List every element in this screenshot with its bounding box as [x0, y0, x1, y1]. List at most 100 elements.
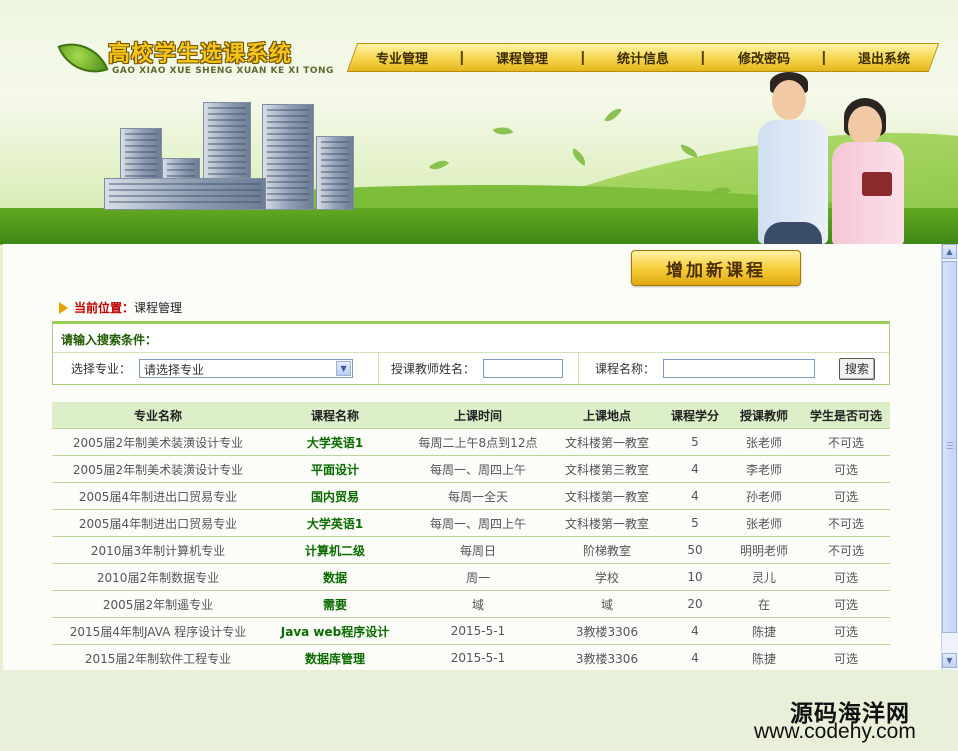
- table-row: 2005届4年制进出口贸易专业 大学英语1 每周一、周四上午 文科楼第一教室 5 张老师不…: [52, 509, 890, 537]
- table-cell: 可选: [802, 617, 890, 645]
- leaf-decoration: [568, 148, 590, 166]
- table-cell: 域: [406, 590, 550, 618]
- search-row: 选择专业： 请选择专业 ▼ 授课教师姓名： 课程名称： 搜索: [53, 352, 889, 384]
- course-name-input[interactable]: [663, 359, 816, 378]
- table-cell: 3教楼3306: [550, 617, 664, 645]
- building-illustration: [104, 178, 266, 210]
- scroll-up-icon[interactable]: ▲: [942, 244, 957, 259]
- table-cell: 4: [664, 455, 726, 483]
- column-header: 专业名称: [52, 402, 264, 429]
- major-select-value: 请选择专业: [144, 363, 205, 377]
- breadcrumb-label: 当前位置：: [74, 301, 135, 315]
- table-cell: 文科楼第一教室: [550, 428, 664, 456]
- building-illustration: [316, 136, 354, 210]
- table-cell: 不可选: [802, 536, 890, 564]
- column-header: 上课地点: [550, 402, 664, 429]
- column-header: 学生是否可选: [802, 402, 890, 429]
- table-cell: 2005届4年制进出口贸易专业: [52, 482, 264, 510]
- table-cell: 明明老师: [726, 536, 802, 564]
- table-cell: 不可选: [802, 428, 890, 456]
- breadcrumb: 当前位置： 课程管理: [59, 299, 182, 316]
- table-cell: 周一: [406, 563, 550, 591]
- table-cell: 2015届2年制软件工程专业: [52, 644, 264, 670]
- table-cell: 2015届4年制JAVA 程序设计专业: [52, 617, 264, 645]
- table-cell: 文科楼第三教室: [550, 455, 664, 483]
- table-cell: 10: [664, 563, 726, 591]
- search-title: 请输入搜索条件：: [61, 333, 158, 347]
- breadcrumb-current: 课程管理: [134, 301, 183, 315]
- table-cell: 张老师: [726, 509, 802, 537]
- table-cell: 可选: [802, 563, 890, 591]
- course-table: 专业名称 课程名称 上课时间 上课地点 课程学分 授课教师 学生是否可选 200…: [52, 402, 890, 670]
- major-filter-cell: 选择专业： 请选择专业 ▼: [53, 353, 379, 384]
- table-cell: 孙老师: [726, 482, 802, 510]
- column-header: 课程学分: [664, 402, 726, 429]
- column-header: 授课教师: [726, 402, 802, 429]
- table-cell: 2005届2年制美术装潢设计专业: [52, 428, 264, 456]
- nav-separator: [822, 50, 825, 65]
- nav-logout[interactable]: 退出系统: [846, 48, 922, 67]
- table-cell: 4: [664, 482, 726, 510]
- nav-change-password[interactable]: 修改密码: [726, 48, 802, 67]
- major-label: 选择专业：: [71, 362, 132, 376]
- leaf-decoration: [492, 123, 514, 139]
- add-course-button[interactable]: 增加新课程: [631, 250, 801, 286]
- course-name-cell[interactable]: 国内贸易: [264, 482, 406, 510]
- leaf-decoration: [604, 104, 622, 126]
- table-cell: 域: [550, 590, 664, 618]
- course-name-cell[interactable]: 平面设计: [264, 455, 406, 483]
- app-title: 高校学生选课系统: [108, 42, 293, 67]
- chevron-down-icon[interactable]: ▼: [336, 361, 352, 376]
- course-name-cell[interactable]: 数据库管理: [264, 644, 406, 670]
- teacher-name-input[interactable]: [483, 359, 564, 378]
- course-name-cell[interactable]: 大学英语1: [264, 428, 406, 456]
- table-cell: 可选: [802, 482, 890, 510]
- app-subtitle: GAO XIAO XUE SHENG XUAN KE XI TONG: [112, 66, 334, 76]
- nav-statistics[interactable]: 统计信息: [605, 48, 681, 67]
- table-cell: 每周一、周四上午: [406, 455, 550, 483]
- table-cell: 4: [664, 617, 726, 645]
- course-filter-cell: 课程名称： 搜索: [579, 353, 889, 384]
- table-cell: 可选: [802, 644, 890, 670]
- scrollbar-grip: [947, 442, 953, 449]
- table-cell: 灵儿: [726, 563, 802, 591]
- course-label: 课程名称：: [595, 362, 656, 376]
- content-frame: 增加新课程 当前位置： 课程管理 请输入搜索条件： 选择专业： 请选择专业 ▼ …: [3, 244, 941, 670]
- table-cell: 3教楼3306: [550, 644, 664, 670]
- nav-major-management[interactable]: 专业管理: [364, 48, 440, 67]
- table-cell: 20: [664, 590, 726, 618]
- course-name-cell[interactable]: 计算机二级: [264, 536, 406, 564]
- top-nav: 专业管理 课程管理 统计信息 修改密码 退出系统: [346, 43, 940, 72]
- search-button[interactable]: 搜索: [839, 357, 876, 380]
- search-panel: 请输入搜索条件： 选择专业： 请选择专业 ▼ 授课教师姓名： 课程名称： 搜索: [52, 321, 890, 385]
- column-header: 课程名称: [264, 402, 406, 429]
- building-illustration: [262, 104, 314, 210]
- table-cell: 文科楼第一教室: [550, 509, 664, 537]
- table-cell: 可选: [802, 590, 890, 618]
- scroll-down-icon[interactable]: ▼: [942, 653, 957, 668]
- table-cell: 2015-5-1: [406, 644, 550, 670]
- table-row: 2005届2年制遥专业 需要域域 20 在可选: [52, 590, 890, 618]
- nav-course-management[interactable]: 课程管理: [484, 48, 560, 67]
- table-cell: 李老师: [726, 455, 802, 483]
- scrollbar-thumb[interactable]: [942, 261, 957, 633]
- column-header: 上课时间: [406, 402, 550, 429]
- course-name-cell[interactable]: Java web程序设计: [264, 617, 406, 645]
- table-row: 2015届2年制软件工程专业 数据库管理 2015-5-1 3教楼3306 4 陈捷 可选: [52, 644, 890, 670]
- course-name-cell[interactable]: 需要: [264, 590, 406, 618]
- table-cell: 每周一、周四上午: [406, 509, 550, 537]
- table-body: 2005届2年制美术装潢设计专业 大学英语1 每周二上午8点到12点 文科楼第一教室 5…: [52, 428, 890, 670]
- major-select[interactable]: 请选择专业 ▼: [139, 359, 354, 378]
- table-cell: 2010届3年制计算机专业: [52, 536, 264, 564]
- table-cell: 在: [726, 590, 802, 618]
- course-name-cell[interactable]: 大学英语1: [264, 509, 406, 537]
- table-row: 2010届3年制计算机专业 计算机二级 每周日 阶梯教室 50 明明老师 不可选: [52, 536, 890, 564]
- table-cell: 可选: [802, 455, 890, 483]
- course-name-cell[interactable]: 数据: [264, 563, 406, 591]
- table-cell: 2015-5-1: [406, 617, 550, 645]
- table-cell: 5: [664, 428, 726, 456]
- teacher-label: 授课教师姓名：: [391, 362, 476, 376]
- arrow-right-icon: [59, 301, 68, 314]
- vertical-scrollbar[interactable]: ▲ ▼: [941, 244, 958, 670]
- table-cell: 4: [664, 644, 726, 670]
